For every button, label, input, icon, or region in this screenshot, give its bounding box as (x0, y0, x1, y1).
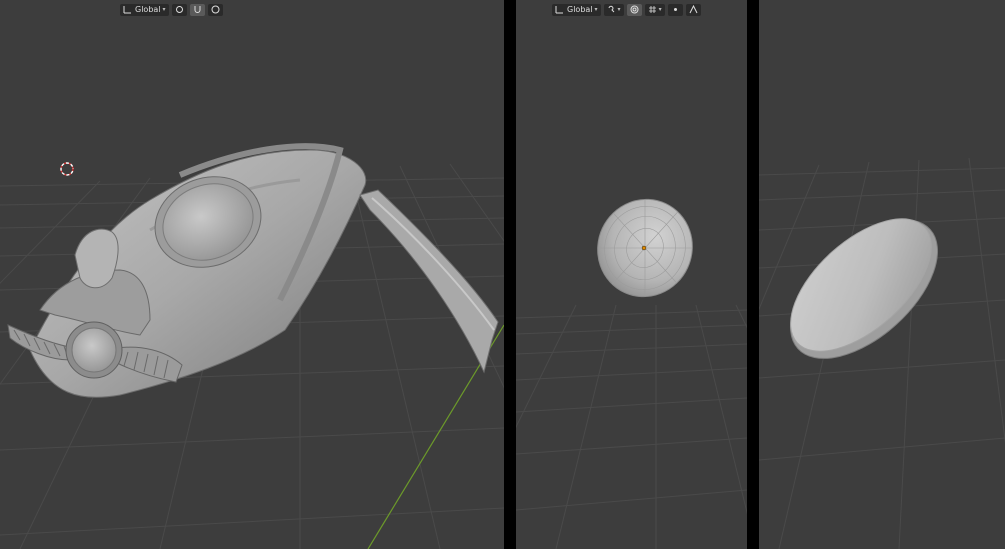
falloff-curve-icon (689, 4, 698, 14)
proportional-edit-icon (671, 5, 680, 14)
pivot-point-icon (175, 5, 184, 14)
viewport-divider[interactable] (747, 0, 759, 549)
transform-orientation-dropdown[interactable]: Global ▾ (552, 3, 601, 16)
snap-toggle[interactable] (189, 3, 205, 16)
snap-magnet-icon (630, 5, 639, 14)
armor-arm (359, 189, 499, 374)
snap-grid-icon (648, 5, 657, 14)
viewport-left[interactable]: Global ▾ (0, 0, 504, 549)
viewport-middle-canvas[interactable] (516, 0, 747, 549)
viewport-left-header: Global ▾ (120, 0, 223, 19)
proportional-edit-button[interactable] (207, 3, 223, 16)
chevron-down-icon: ▾ (658, 5, 662, 13)
sun-disc (71, 327, 117, 373)
floor-grid (516, 304, 747, 549)
orientation-label: Global (135, 4, 161, 14)
pivot-point-button[interactable] (171, 3, 187, 16)
snap-magnet-icon (193, 5, 202, 14)
orientation-label: Global (567, 4, 593, 14)
dome-disc-model[interactable] (582, 184, 709, 313)
chevron-down-icon: ▾ (617, 5, 621, 13)
viewport-right[interactable] (759, 0, 1005, 549)
proportional-edit-button[interactable] (667, 3, 683, 16)
snap-toggle[interactable] (626, 3, 642, 16)
floor-grid (759, 157, 1005, 549)
cobra-hood (74, 228, 119, 289)
pivot-point-icon (607, 5, 616, 14)
viewport-middle[interactable]: Global ▾ ▾ ▾ (516, 0, 747, 549)
snap-target-dropdown[interactable]: ▾ (644, 3, 665, 16)
falloff-dropdown[interactable] (685, 3, 701, 16)
viewport-divider[interactable] (504, 0, 516, 549)
object-origin-icon (641, 245, 647, 251)
orientation-axes-icon (123, 5, 132, 14)
scarab-armor-model[interactable] (7, 143, 499, 398)
pivot-point-button[interactable]: ▾ (603, 3, 624, 16)
viewport-right-canvas[interactable] (759, 0, 1005, 549)
proportional-edit-icon (211, 5, 220, 14)
viewport-left-canvas[interactable] (0, 0, 504, 549)
orientation-axes-icon (555, 5, 564, 14)
3d-cursor-icon[interactable] (60, 162, 74, 176)
viewport-middle-header: Global ▾ ▾ ▾ (552, 0, 701, 19)
transform-orientation-dropdown[interactable]: Global ▾ (120, 3, 169, 16)
chevron-down-icon: ▾ (594, 5, 598, 13)
chevron-down-icon: ▾ (162, 5, 166, 13)
